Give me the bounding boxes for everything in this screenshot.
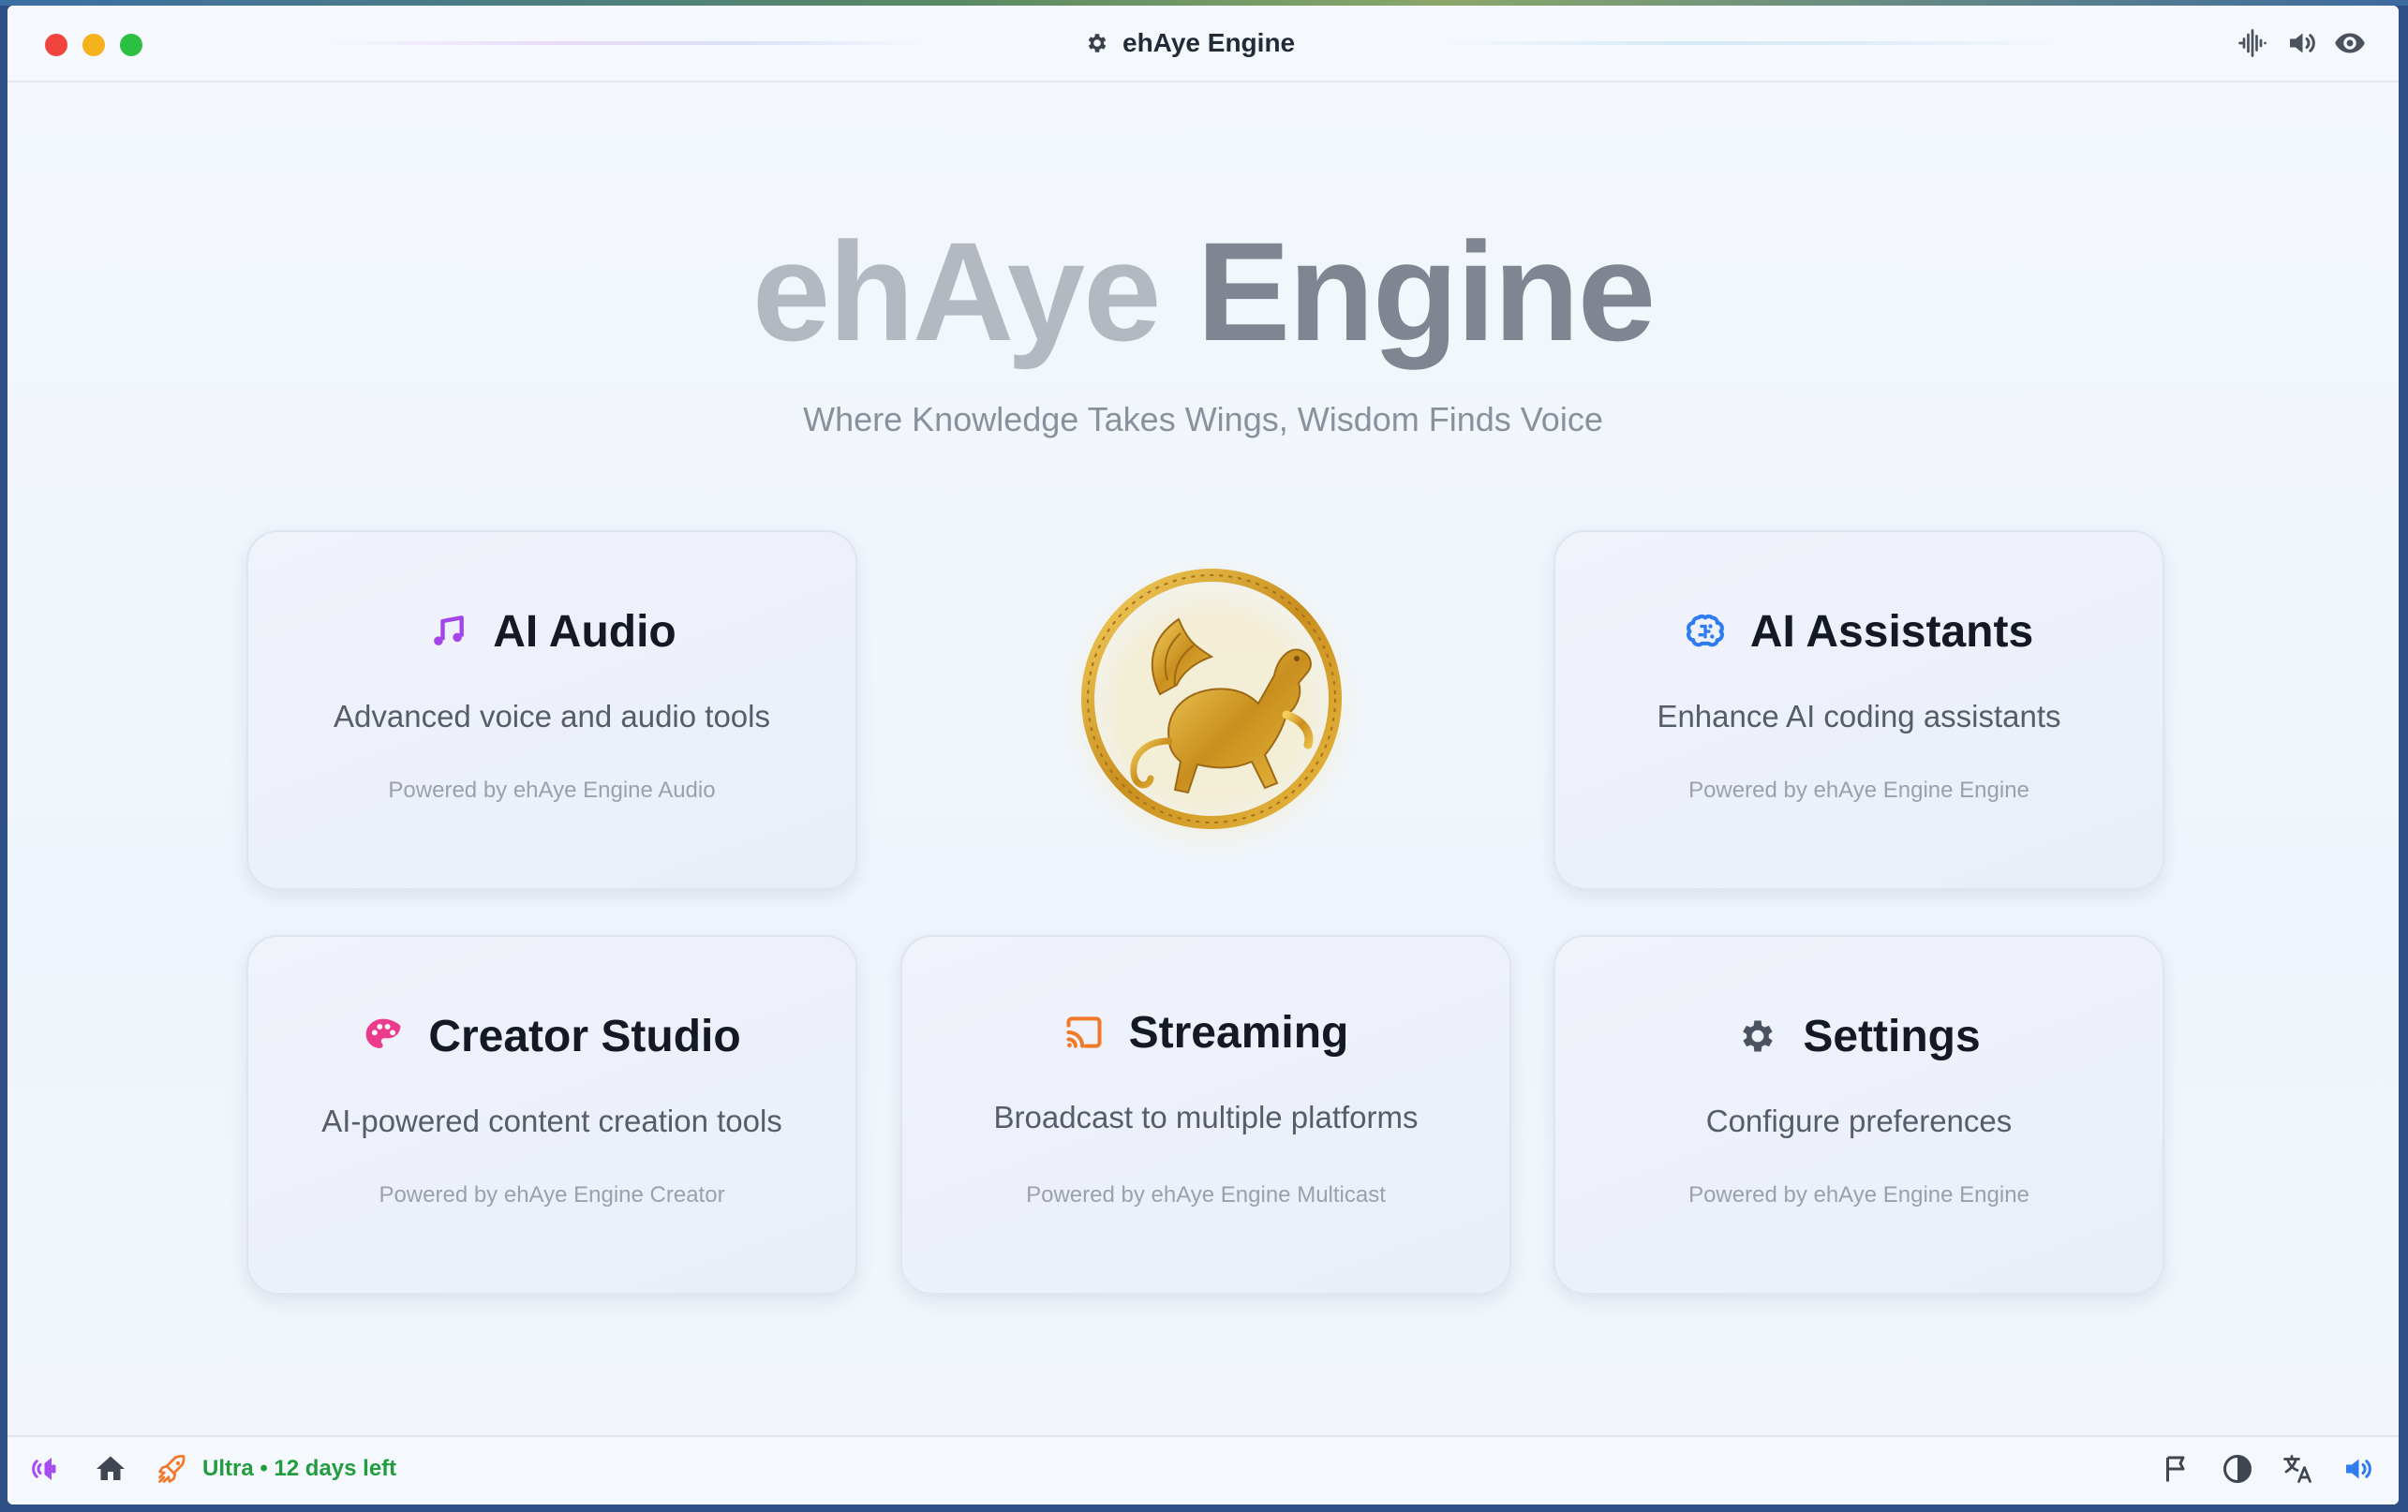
home-icon[interactable] [94,1452,127,1486]
card-title: AI Audio [493,606,676,657]
hero-title-part2: Engine [1197,213,1656,370]
palette-icon [363,1015,404,1057]
plan-status: Ultra • 12 days left [202,1456,397,1481]
card-description: Enhance AI coding assistants [1657,699,2061,734]
window-title-group: ehAye Engine [1085,26,1295,60]
hero-title-part1: ehAye [751,213,1162,370]
app-window: ehAye Engine ehAye Engine Where Knowledg… [7,6,2399,1505]
card-title: Settings [1803,1011,1981,1061]
card-description: Advanced voice and audio tools [334,699,770,734]
card-description: AI-powered content creation tools [321,1104,782,1138]
card-title: AI Assistants [1749,606,2034,657]
card-creator-studio[interactable]: Creator Studio AI-powered content creati… [246,935,857,1295]
cast-icon [1063,1012,1105,1053]
waveform-icon[interactable] [2236,26,2269,60]
window-title: ehAye Engine [1122,28,1296,57]
card-header: Streaming [902,1004,1509,1060]
card-header: Creator Studio [248,1008,855,1064]
flag-icon[interactable] [2161,1452,2194,1486]
title-wave-decoration-left [326,41,926,45]
status-bar-left: Ultra • 12 days left [32,1452,396,1486]
card-description: Configure preferences [1705,1104,2013,1138]
voice-icon[interactable] [32,1452,66,1486]
card-powered-by: Powered by ehAye Engine Creator [379,1182,725,1208]
speaker-icon[interactable] [2284,26,2318,60]
card-streaming[interactable]: Streaming Broadcast to multiple platform… [900,935,1511,1295]
card-header: AI Audio [248,603,855,660]
volume-icon[interactable] [2341,1452,2374,1486]
maximize-window-button[interactable] [120,34,142,56]
card-powered-by: Powered by ehAye Engine Engine [1688,1182,2029,1208]
card-header: AI Assistants [1555,603,2163,660]
card-settings[interactable]: Settings Configure preferences Powered b… [1553,935,2164,1295]
card-ai-assistants[interactable]: AI Assistants Enhance AI coding assistan… [1553,530,2164,890]
card-powered-by: Powered by ehAye Engine Engine [1688,778,2029,803]
minimize-window-button[interactable] [82,34,105,56]
brain-icon [1685,611,1726,652]
gear-icon [1085,31,1109,55]
translate-icon[interactable] [2281,1452,2314,1486]
status-bar: Ultra • 12 days left [7,1435,2399,1505]
title-wave-decoration-right [1441,41,2059,45]
hero-tagline: Where Knowledge Takes Wings, Wisdom Find… [803,400,1603,438]
card-powered-by: Powered by ehAye Engine Multicast [1026,1182,1386,1208]
status-bar-right [2161,1452,2374,1486]
card-description: Broadcast to multiple platforms [993,1100,1419,1134]
card-title: Creator Studio [428,1011,741,1061]
card-ai-audio[interactable]: AI Audio Advanced voice and audio tools … [246,530,857,890]
contrast-icon[interactable] [2221,1452,2254,1486]
rocket-icon [156,1452,189,1486]
hero-title: ehAye Engine [7,212,2399,371]
card-header: Settings [1555,1008,2163,1064]
card-powered-by: Powered by ehAye Engine Audio [388,778,716,803]
gear-icon [1737,1015,1778,1057]
close-window-button[interactable] [45,34,67,56]
griffin-emblem-icon [1057,554,1366,863]
eye-icon[interactable] [2333,26,2367,60]
title-bar: ehAye Engine [7,6,2399,82]
music-note-icon [427,611,468,652]
titlebar-toolbar [2236,26,2367,60]
card-title: Streaming [1128,1007,1349,1058]
